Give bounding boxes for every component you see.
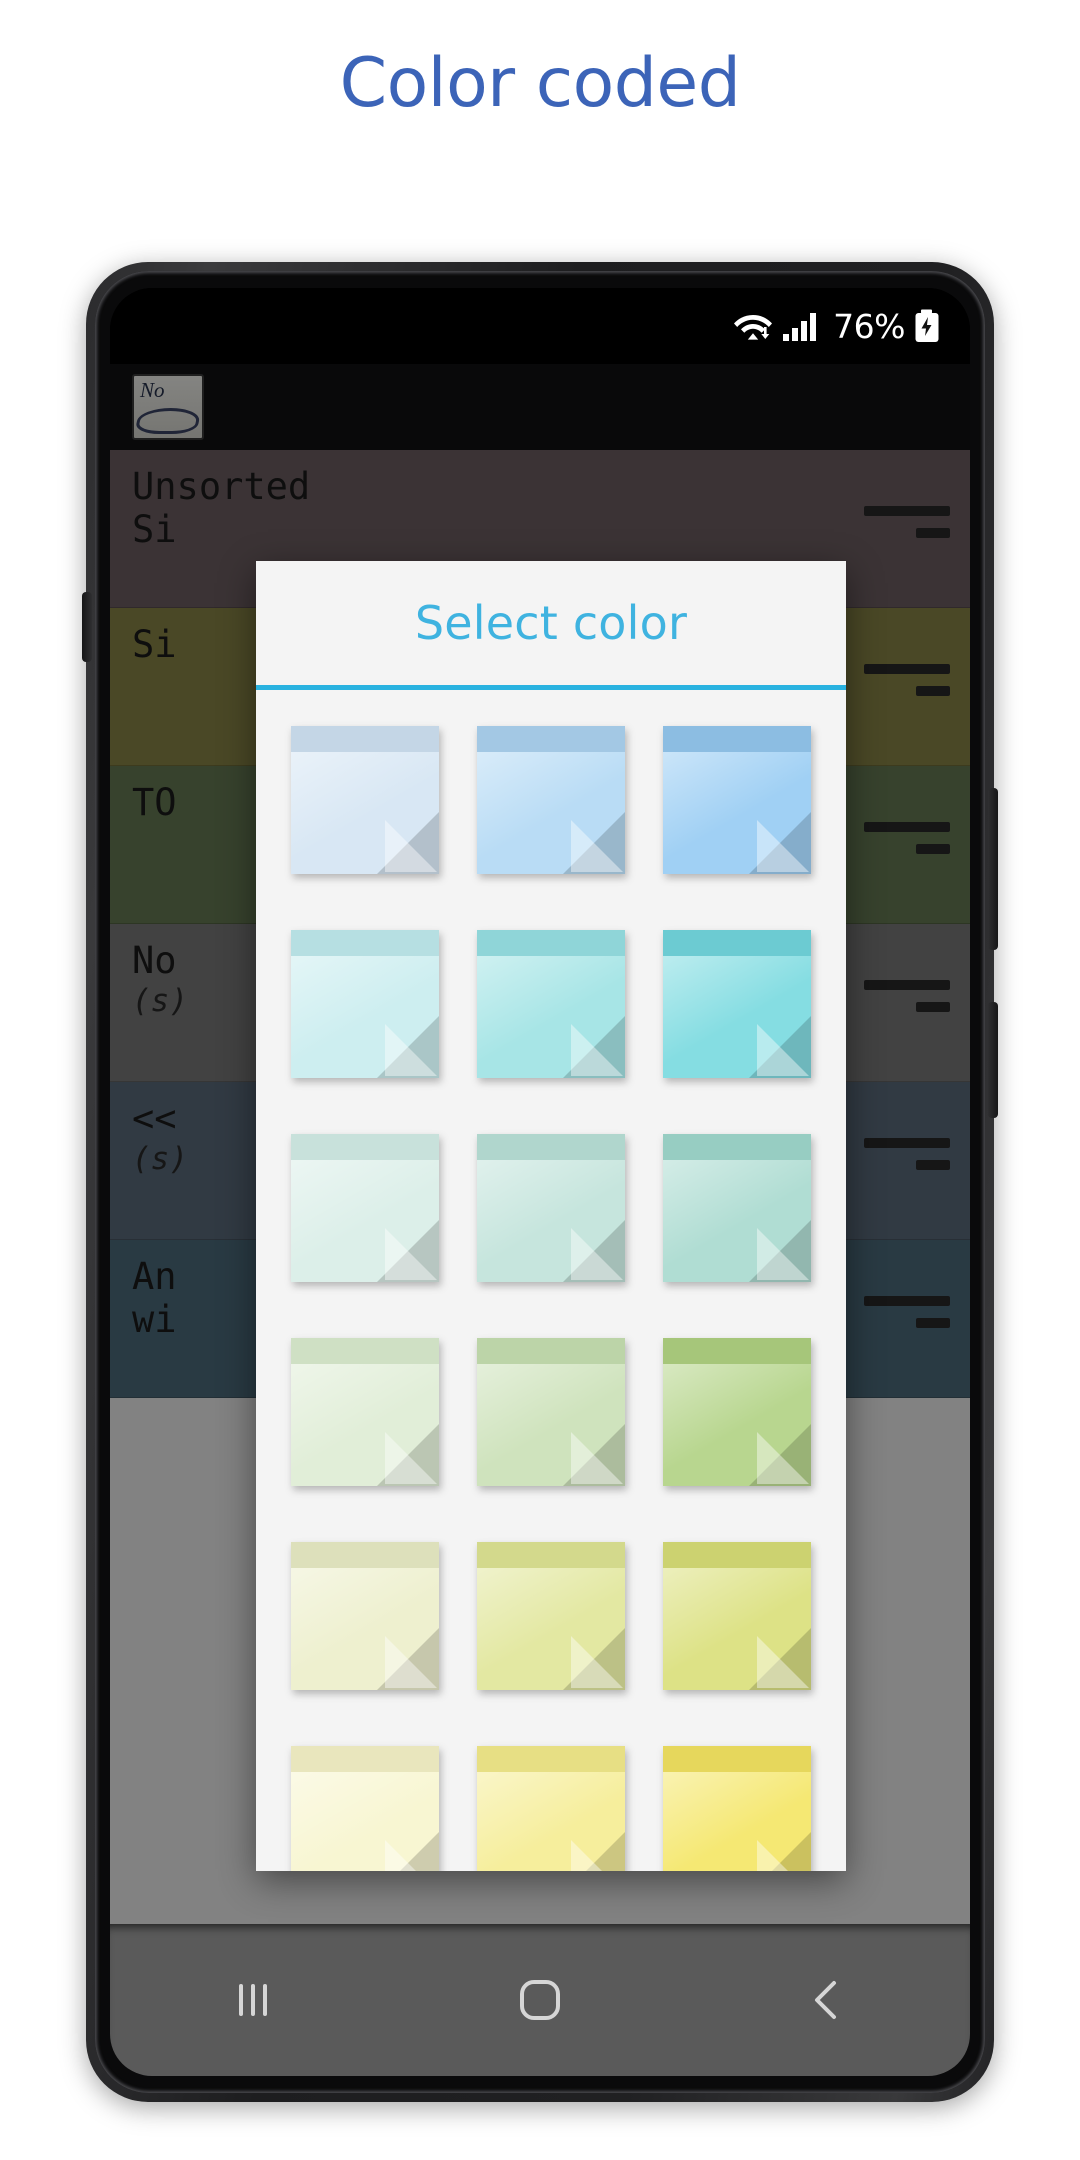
color-swatch-pale-teal[interactable]: [291, 1134, 439, 1282]
swatch-folded-corner-icon: [571, 1228, 623, 1280]
swatch-folded-corner-icon: [757, 1636, 809, 1688]
swatch-note-header: [291, 726, 439, 752]
battery-charging-icon: [914, 309, 940, 343]
color-swatch-yellow[interactable]: [663, 1746, 811, 1871]
volume-button[interactable]: [988, 788, 998, 950]
swatch-note-header: [477, 1746, 625, 1772]
home-button[interactable]: [465, 1950, 615, 2050]
swatch-folded-corner-icon: [385, 1024, 437, 1076]
swatch-note-header: [477, 1542, 625, 1568]
swatch-note-header: [477, 1338, 625, 1364]
color-swatch-green[interactable]: [663, 1338, 811, 1486]
swatch-note-header: [477, 726, 625, 752]
swatch-note-header: [291, 1338, 439, 1364]
color-swatch-cyan[interactable]: [663, 930, 811, 1078]
battery-percentage: 76%: [833, 306, 905, 346]
swatch-note-header: [663, 1746, 811, 1772]
android-navigation-bar: [110, 1924, 970, 2076]
swatch-folded-corner-icon: [757, 1228, 809, 1280]
swatch-note-header: [663, 1134, 811, 1160]
color-swatch-yellow-green[interactable]: [663, 1542, 811, 1690]
swatch-note-header: [291, 1134, 439, 1160]
swatch-note-header: [663, 930, 811, 956]
select-color-dialog: Select color: [256, 561, 846, 1871]
color-swatch-light-cyan[interactable]: [477, 930, 625, 1078]
swatch-folded-corner-icon: [571, 1636, 623, 1688]
phone-mockup: No Unsorted SiSiTONo(s)<<(s)An wi: [82, 262, 998, 2102]
color-swatch-blue[interactable]: [663, 726, 811, 874]
swatch-folded-corner-icon: [385, 1228, 437, 1280]
color-swatch-pale-blue[interactable]: [291, 726, 439, 874]
power-button[interactable]: [988, 1002, 998, 1118]
color-swatch-light-green[interactable]: [477, 1338, 625, 1486]
phone-screen: No Unsorted SiSiTONo(s)<<(s)An wi: [110, 288, 970, 2076]
color-swatch-light-blue[interactable]: [477, 726, 625, 874]
swatch-note-header: [663, 1542, 811, 1568]
swatch-note-header: [291, 1746, 439, 1772]
swatch-note-header: [663, 1338, 811, 1364]
status-bar: 76%: [110, 288, 970, 364]
swatch-note-header: [477, 1134, 625, 1160]
wifi-icon: [733, 309, 773, 343]
color-swatch-teal[interactable]: [663, 1134, 811, 1282]
swatch-folded-corner-icon: [571, 1432, 623, 1484]
swatch-note-header: [663, 726, 811, 752]
swatch-note-header: [291, 930, 439, 956]
dialog-title: Select color: [414, 596, 688, 650]
page-title: Color coded: [339, 44, 741, 123]
color-swatch-pale-yellow[interactable]: [291, 1746, 439, 1871]
swatch-note-header: [291, 1542, 439, 1568]
color-swatch-light-yellow-green[interactable]: [477, 1542, 625, 1690]
swatch-folded-corner-icon: [571, 820, 623, 872]
swatch-folded-corner-icon: [385, 1636, 437, 1688]
color-swatch-pale-yellow-green[interactable]: [291, 1542, 439, 1690]
cellular-signal-icon: [782, 310, 820, 342]
swatch-folded-corner-icon: [385, 820, 437, 872]
swatch-folded-corner-icon: [757, 820, 809, 872]
swatch-folded-corner-icon: [385, 1840, 437, 1871]
color-swatch-light-teal[interactable]: [477, 1134, 625, 1282]
color-swatch-grid[interactable]: [256, 690, 846, 1871]
swatch-folded-corner-icon: [757, 1840, 809, 1871]
swatch-folded-corner-icon: [571, 1840, 623, 1871]
swatch-folded-corner-icon: [385, 1432, 437, 1484]
color-swatch-light-yellow[interactable]: [477, 1746, 625, 1871]
swatch-folded-corner-icon: [757, 1024, 809, 1076]
back-button[interactable]: [752, 1950, 902, 2050]
swatch-folded-corner-icon: [757, 1432, 809, 1484]
swatch-note-header: [477, 930, 625, 956]
swatch-folded-corner-icon: [571, 1024, 623, 1076]
recents-button[interactable]: [178, 1950, 328, 2050]
color-swatch-pale-cyan[interactable]: [291, 930, 439, 1078]
side-key-button[interactable]: [82, 592, 92, 662]
color-swatch-pale-green[interactable]: [291, 1338, 439, 1486]
